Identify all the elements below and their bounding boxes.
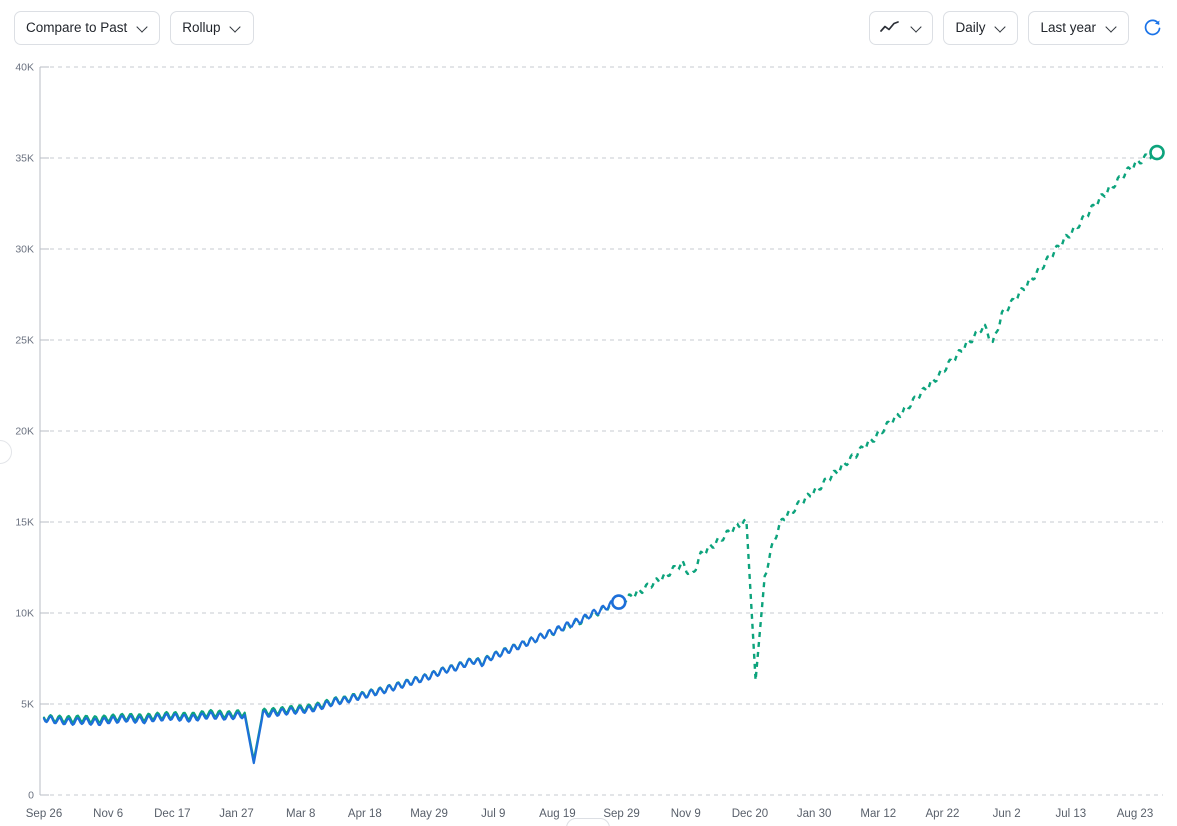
gridlines <box>50 66 1163 796</box>
timeseries-chart[interactable]: 0 5K 10K 15K 20K 25K 30K 35K 40K Sep 26 Nov 6 Dec … <box>0 55 1177 826</box>
svg-text:0: 0 <box>28 790 34 802</box>
granularity-label: Daily <box>955 19 986 35</box>
chevron-down-icon <box>1106 22 1117 33</box>
compare-to-past-button[interactable]: Compare to Past <box>14 10 161 45</box>
chart-type-button[interactable] <box>869 10 934 45</box>
svg-text:Nov 6: Nov 6 <box>93 808 123 820</box>
chart-container[interactable]: 0 5K 10K 15K 20K 25K 30K 35K 40K Sep 26 Nov 6 Dec … <box>0 55 1177 826</box>
svg-text:Sep 26: Sep 26 <box>26 808 62 820</box>
svg-text:30K: 30K <box>15 244 34 256</box>
current-series-end-marker[interactable] <box>1149 144 1165 161</box>
svg-text:Jul 13: Jul 13 <box>1055 808 1086 820</box>
svg-text:Sep 29: Sep 29 <box>603 808 639 820</box>
svg-text:May 29: May 29 <box>410 808 448 820</box>
rollup-label: Rollup <box>182 19 221 35</box>
data-series <box>42 149 1158 765</box>
svg-text:35K: 35K <box>15 153 34 165</box>
rollup-button[interactable]: Rollup <box>170 10 254 45</box>
chevron-down-icon <box>231 22 242 33</box>
svg-text:Apr 18: Apr 18 <box>348 808 382 820</box>
svg-text:Dec 20: Dec 20 <box>732 808 768 820</box>
line-chart-icon <box>880 21 900 32</box>
svg-text:25K: 25K <box>15 335 34 347</box>
chart-toolbar: Compare to Past Rollup Daily Last year <box>0 0 1177 55</box>
toolbar-right-group: Daily Last year <box>859 10 1163 45</box>
chevron-down-icon <box>137 22 148 33</box>
svg-text:Apr 22: Apr 22 <box>926 808 960 820</box>
granularity-button[interactable]: Daily <box>943 10 1019 45</box>
svg-text:20K: 20K <box>15 426 34 438</box>
series-end-markers <box>610 144 1165 610</box>
refresh-button[interactable] <box>1141 17 1163 39</box>
svg-text:Jan 27: Jan 27 <box>219 808 254 820</box>
chevron-down-icon <box>911 22 922 33</box>
svg-text:Aug 19: Aug 19 <box>539 808 575 820</box>
svg-text:5K: 5K <box>21 699 34 711</box>
svg-text:Mar 8: Mar 8 <box>286 808 315 820</box>
zoom-reset-pill[interactable] <box>566 818 610 826</box>
svg-text:Jul 9: Jul 9 <box>481 808 505 820</box>
y-axis-tick-labels: 0 5K 10K 15K 20K 25K 30K 35K 40K <box>15 62 34 802</box>
date-range-label: Last year <box>1040 19 1096 35</box>
svg-text:Aug 23: Aug 23 <box>1117 808 1153 820</box>
svg-text:Mar 12: Mar 12 <box>860 808 896 820</box>
chevron-down-icon <box>995 22 1006 33</box>
series-current-solid <box>42 643 520 762</box>
svg-text:Jan 30: Jan 30 <box>797 808 832 820</box>
series-past-solid <box>42 600 620 765</box>
analytics-chart-panel: Compare to Past Rollup Daily Last year 0… <box>0 0 1177 826</box>
date-range-button[interactable]: Last year <box>1028 10 1129 45</box>
refresh-icon <box>1144 19 1160 36</box>
svg-text:Dec 17: Dec 17 <box>154 808 190 820</box>
svg-text:10K: 10K <box>15 608 34 620</box>
svg-text:Jun 2: Jun 2 <box>993 808 1021 820</box>
svg-text:40K: 40K <box>15 62 34 74</box>
past-series-end-marker[interactable] <box>610 594 627 610</box>
toolbar-left-group: Compare to Past Rollup <box>14 10 264 45</box>
svg-text:Nov 9: Nov 9 <box>671 808 701 820</box>
axes <box>39 66 49 796</box>
compare-to-past-label: Compare to Past <box>26 19 128 35</box>
svg-text:15K: 15K <box>15 517 34 529</box>
